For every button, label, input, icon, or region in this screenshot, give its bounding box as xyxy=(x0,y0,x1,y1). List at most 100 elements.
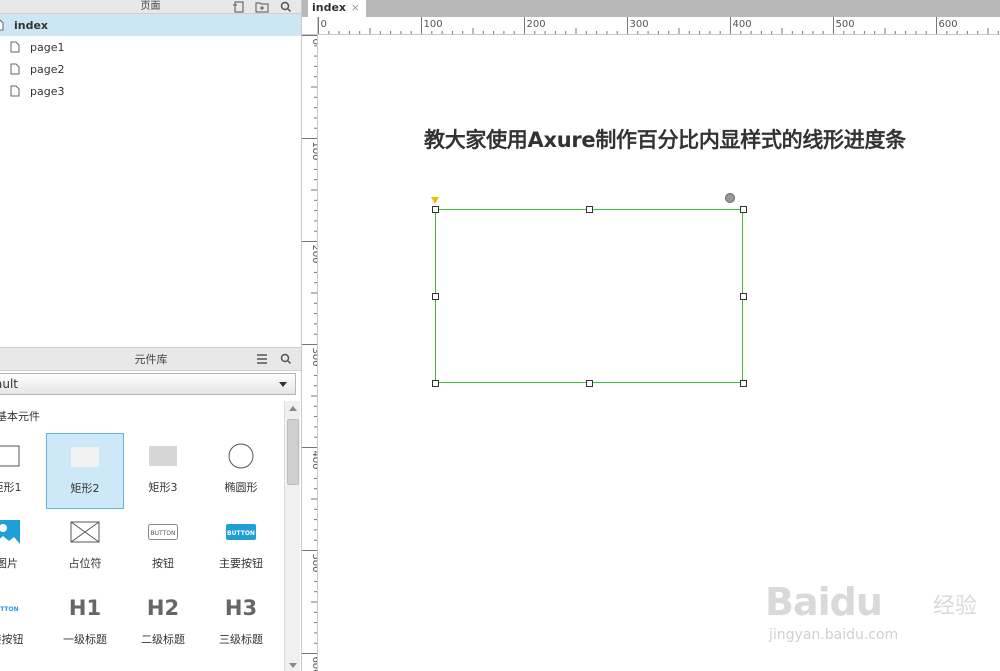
button-icon: BUTTON xyxy=(148,524,178,540)
widget-h1[interactable]: H1 一级标题 xyxy=(46,585,124,661)
widget-h2[interactable]: H2 二级标题 xyxy=(124,585,202,661)
widget-label: 矩形3 xyxy=(148,481,178,494)
placeholder-icon xyxy=(70,521,100,543)
page-item-index[interactable]: index xyxy=(0,14,301,36)
link-button-icon: UTTON xyxy=(0,606,19,613)
add-page-icon[interactable] xyxy=(231,1,245,13)
ruler-label: 600 xyxy=(939,19,958,30)
widget-label: 占位符 xyxy=(68,557,102,570)
resize-handle-s[interactable] xyxy=(586,380,593,387)
ruler-label: 0 xyxy=(321,19,327,30)
watermark-jingyan: 经验 xyxy=(933,594,978,619)
page-icon xyxy=(0,19,4,31)
page-item-label: page1 xyxy=(30,40,65,54)
search-icon[interactable] xyxy=(279,1,293,13)
resize-handle-n[interactable] xyxy=(586,206,593,213)
tab-bar: index × xyxy=(302,0,1000,17)
widget-image[interactable]: 图片 xyxy=(0,509,46,585)
ruler-label: 500 xyxy=(310,554,318,573)
resize-handle-nw[interactable] xyxy=(432,206,439,213)
selected-rectangle[interactable] xyxy=(435,209,743,383)
widget-marker-icon xyxy=(431,197,439,204)
library-select[interactable]: ault xyxy=(0,373,296,395)
widget-label: 矩形1 xyxy=(0,481,22,494)
widget-button[interactable]: BUTTON 按钮 xyxy=(124,509,202,585)
svg-text:UTTON: UTTON xyxy=(0,606,19,613)
library-select-value: ault xyxy=(0,377,18,391)
svg-text:BUTTON: BUTTON xyxy=(151,530,176,537)
ruler-label: 0 xyxy=(310,39,318,45)
watermark-url: jingyan.baidu.com xyxy=(769,627,899,643)
ruler-label: 500 xyxy=(836,19,855,30)
resize-handle-se[interactable] xyxy=(740,380,747,387)
scroll-up-icon[interactable] xyxy=(289,406,297,411)
resize-handle-ne[interactable] xyxy=(740,206,747,213)
widget-label: 二级标题 xyxy=(141,633,185,646)
primary-button-icon: BUTTON xyxy=(226,524,256,540)
ruler-label: 100 xyxy=(424,19,443,30)
page-icon xyxy=(10,63,20,75)
page-icon xyxy=(10,41,20,53)
chevron-down-icon xyxy=(279,382,287,387)
widget-label: 椭圆形 xyxy=(224,481,258,494)
widget-placeholder[interactable]: 占位符 xyxy=(46,509,124,585)
ruler-label: 100 xyxy=(310,142,318,161)
ruler-label: 300 xyxy=(310,348,318,367)
widget-label: 三级标题 xyxy=(219,633,263,646)
widget-label: 按钮 xyxy=(152,557,174,570)
widget-rect3[interactable]: 矩形3 xyxy=(124,433,202,509)
page-item-page3[interactable]: page3 xyxy=(0,80,301,102)
rotate-handle[interactable] xyxy=(725,193,735,203)
close-icon[interactable]: × xyxy=(351,0,360,15)
tab-index[interactable]: index × xyxy=(308,0,366,17)
widget-h3[interactable]: H3 三级标题 xyxy=(202,585,280,661)
widget-rect1[interactable]: 矩形1 xyxy=(0,433,46,509)
page-item-label: page2 xyxy=(30,62,65,76)
canvas-heading[interactable]: 教大家使用Axure制作百分比内显样式的线形进度条 xyxy=(424,124,906,154)
ellipse-icon xyxy=(228,443,254,469)
tab-label: index xyxy=(312,1,347,14)
widget-label: 主要按钮 xyxy=(219,557,263,570)
h2-icon: H2 xyxy=(146,596,180,620)
watermark-brand: Baidu xyxy=(765,580,883,624)
baidu-watermark: Baidu 经验 jingyan.baidu.com xyxy=(765,560,995,650)
library-scrollbar[interactable] xyxy=(284,401,300,671)
menu-icon[interactable] xyxy=(256,353,268,368)
resize-handle-e[interactable] xyxy=(740,293,747,300)
scroll-thumb[interactable] xyxy=(287,419,299,485)
resize-handle-w[interactable] xyxy=(432,293,439,300)
left-panel: 页面 index page1 page2 page3 元件库 ult 基本元件 … xyxy=(0,0,302,671)
library-widgets: 基本元件 矩形1 矩形2 矩形3 椭圆形 图片 xyxy=(0,400,284,671)
horizontal-ruler: 0 100 200 300 400 500 600 xyxy=(318,17,1000,35)
svg-text:BUTTON: BUTTON xyxy=(227,530,255,537)
page-item-page2[interactable]: page2 xyxy=(0,58,301,80)
page-item-page1[interactable]: page1 xyxy=(0,36,301,58)
widget-label: 图片 xyxy=(0,557,18,570)
rect-gray-icon xyxy=(149,446,177,466)
h3-icon: H3 xyxy=(224,596,258,620)
ruler-label: 200 xyxy=(527,19,546,30)
vertical-ruler: 0100200300400500600 xyxy=(302,35,318,671)
resize-handle-sw[interactable] xyxy=(432,380,439,387)
scroll-down-icon[interactable] xyxy=(289,663,297,668)
widget-label: 矩形2 xyxy=(70,482,100,495)
widget-label: 接按钮 xyxy=(0,633,24,646)
widget-link-button[interactable]: UTTON 接按钮 xyxy=(0,585,46,661)
page-tree: index page1 page2 page3 xyxy=(0,14,301,346)
ruler-corner xyxy=(302,17,318,35)
add-folder-icon[interactable] xyxy=(255,1,269,13)
ruler-label: 400 xyxy=(733,19,752,30)
page-item-label: page3 xyxy=(30,84,65,98)
category-label: 基本元件 xyxy=(0,410,40,423)
page-item-label: index xyxy=(14,18,49,32)
page-icon xyxy=(10,85,20,97)
widget-rect2[interactable]: 矩形2 xyxy=(46,433,124,509)
ruler-label: 300 xyxy=(630,19,649,30)
rect-light-icon xyxy=(71,447,99,467)
library-panel-header: 元件库 xyxy=(0,347,301,371)
search-icon[interactable] xyxy=(280,353,292,368)
widget-primary-button[interactable]: BUTTON 主要按钮 xyxy=(202,509,280,585)
rect-outline-icon xyxy=(0,445,20,467)
widget-ellipse[interactable]: 椭圆形 xyxy=(202,433,280,509)
ruler-label: 200 xyxy=(310,245,318,264)
